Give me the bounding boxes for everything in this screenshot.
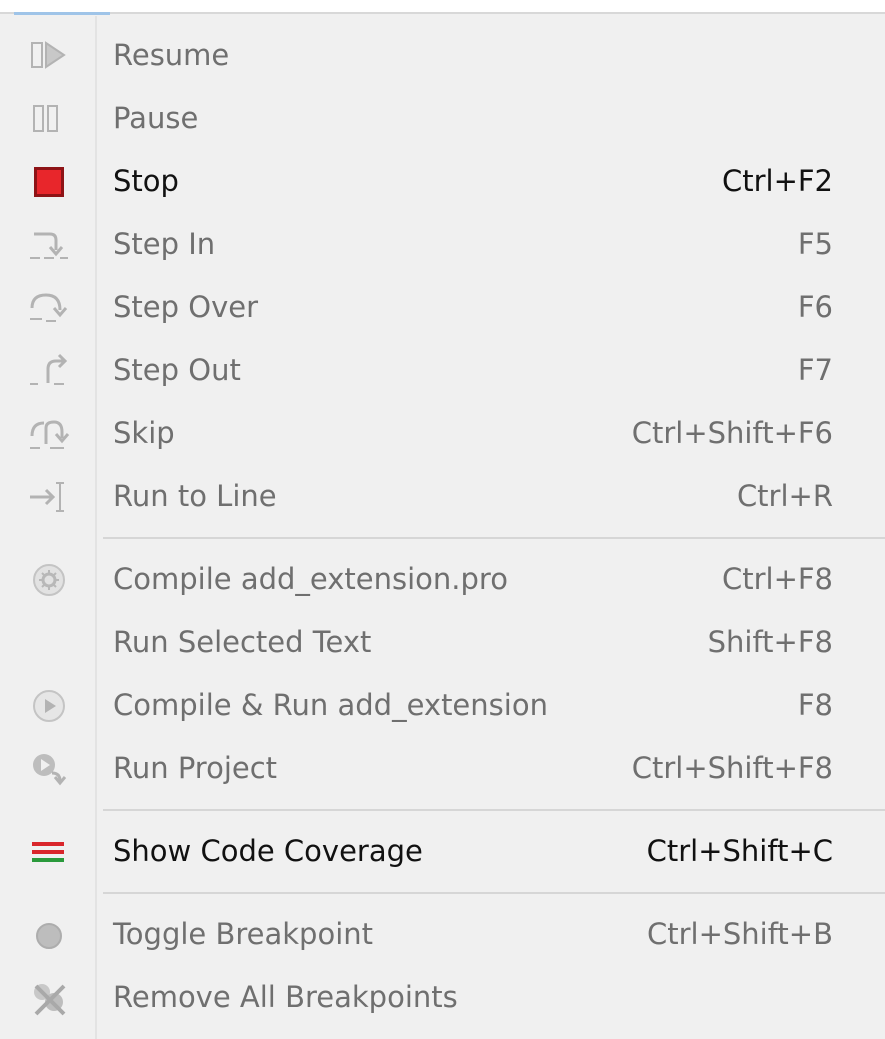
menu-item-shortcut: F5 (797, 227, 833, 261)
menu-item-label: Run to Line (113, 479, 277, 513)
resume-icon (24, 36, 74, 76)
menu-item-shortcut: Ctrl+F2 (721, 164, 833, 198)
menu-item-run-to-line[interactable]: Run to Line Ctrl+R (0, 465, 885, 528)
menu-item-step-over[interactable]: Step Over F6 (0, 276, 885, 339)
menu-item-label: Step In (113, 227, 216, 261)
menu-item-label: Toggle Breakpoint (113, 917, 374, 951)
run-to-line-icon (24, 477, 74, 517)
menu-item-run-project[interactable]: Run Project Ctrl+Shift+F8 (0, 737, 885, 800)
compile-run-icon (24, 686, 74, 726)
menu-item-shortcut: Shift+F8 (707, 625, 833, 659)
menu-item-label: Run Project (113, 751, 278, 785)
menu-item-label: Resume (113, 38, 230, 72)
menu-item-remove-all-breakpoints[interactable]: Remove All Breakpoints (0, 966, 885, 1029)
menu-item-shortcut: F6 (797, 290, 833, 324)
menu-item-label: Show Code Coverage (113, 834, 423, 868)
menu-item-shortcut: Ctrl+F8 (721, 562, 833, 596)
menu-item-label: Step Out (113, 353, 241, 387)
menu-item-label: Stop (113, 164, 179, 198)
menu-item-label: Compile add_extension.pro (113, 562, 508, 596)
menu-item-compile-and-run[interactable]: Compile & Run add_extension F8 (0, 674, 885, 737)
menu-item-run-selected-text[interactable]: Run Selected Text Shift+F8 (0, 611, 885, 674)
menu-item-shortcut: Ctrl+Shift+F8 (631, 751, 833, 785)
menu-item-label: Run Selected Text (113, 625, 372, 659)
menu-item-label: Skip (113, 416, 175, 450)
step-in-icon (24, 225, 74, 265)
menu-item-label: Compile & Run add_extension (113, 688, 548, 722)
menu-item-pause[interactable]: Pause (0, 87, 885, 150)
menu-item-resume[interactable]: Resume (0, 24, 885, 87)
step-out-icon (24, 351, 74, 391)
menu-item-shortcut: Ctrl+Shift+B (646, 917, 833, 951)
menu-item-stop[interactable]: Stop Ctrl+F2 (0, 150, 885, 213)
menu-item-shortcut: Ctrl+R (736, 479, 833, 513)
menu-separator (103, 537, 885, 539)
menu-top-edge (0, 0, 885, 14)
menu-separator (103, 809, 885, 811)
menu-item-skip[interactable]: Skip Ctrl+Shift+F6 (0, 402, 885, 465)
menu-item-compile[interactable]: Compile add_extension.pro Ctrl+F8 (0, 548, 885, 611)
skip-icon (24, 414, 74, 454)
menu-item-shortcut: Ctrl+Shift+F6 (631, 416, 833, 450)
breakpoint-icon (24, 915, 74, 955)
menu-separator (103, 892, 885, 894)
menu-item-label: Remove All Breakpoints (113, 980, 458, 1014)
menu-item-shortcut: Ctrl+Shift+C (646, 834, 833, 868)
step-over-icon (24, 288, 74, 328)
debug-context-menu: Resume Pause Stop Ctrl+F2 Step In F5 Ste… (0, 0, 885, 1039)
code-coverage-icon (24, 832, 74, 872)
menu-top-tab-highlight (14, 12, 110, 15)
menu-item-step-out[interactable]: Step Out F7 (0, 339, 885, 402)
remove-breakpoints-icon (24, 978, 74, 1018)
menu-item-label: Pause (113, 101, 199, 135)
menu-item-shortcut: F7 (797, 353, 833, 387)
menu-item-show-code-coverage[interactable]: Show Code Coverage Ctrl+Shift+C (0, 820, 885, 883)
run-project-icon (24, 749, 74, 789)
menu-item-toggle-breakpoint[interactable]: Toggle Breakpoint Ctrl+Shift+B (0, 903, 885, 966)
menu-item-label: Step Over (113, 290, 258, 324)
menu-item-shortcut: F8 (797, 688, 833, 722)
stop-icon (24, 162, 74, 202)
menu-item-step-in[interactable]: Step In F5 (0, 213, 885, 276)
pause-icon (24, 99, 74, 139)
compile-icon (24, 560, 74, 600)
